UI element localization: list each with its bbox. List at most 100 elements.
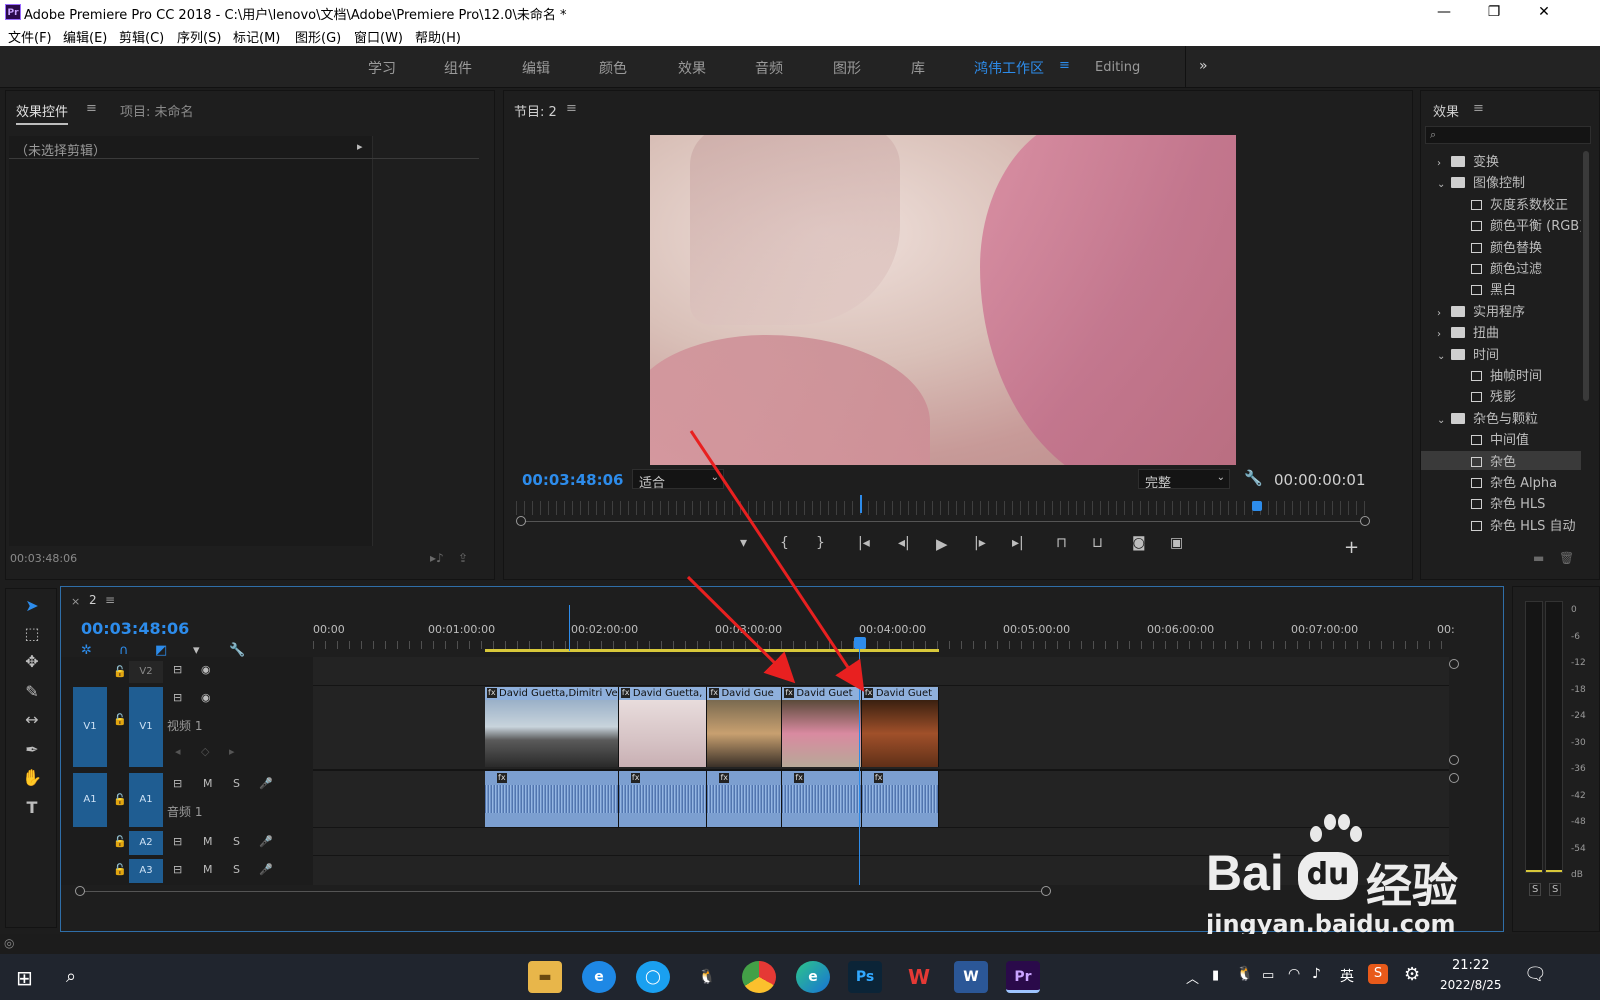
pen-tool-icon[interactable]: ✒ (20, 739, 44, 761)
restore-button[interactable]: ❐ (1474, 2, 1514, 22)
taskbar-date[interactable]: 2022/8/25 (1440, 978, 1502, 992)
fit-dropdown[interactable]: 适合 ⌄ (632, 469, 724, 491)
effects-folder[interactable]: › 变换 (1437, 151, 1581, 170)
menu-edit[interactable]: 编辑(E) (63, 27, 107, 46)
slip-tool-icon[interactable]: ↔ (20, 709, 44, 731)
effects-folder[interactable]: › 扭曲 (1437, 322, 1581, 341)
effects-item[interactable]: 杂色 Alpha (1437, 472, 1581, 491)
premiere-taskbar-icon[interactable]: Pr (1006, 961, 1040, 993)
edge-icon[interactable]: e (796, 961, 830, 993)
effects-item[interactable]: 灰度系数校正 (1437, 194, 1581, 213)
workspace-graphics[interactable]: 图形 (833, 58, 861, 78)
qq-icon[interactable]: 🐧 (690, 961, 724, 993)
new-bin-icon[interactable]: ▬ (1533, 551, 1544, 565)
mark-in-icon[interactable]: { (780, 535, 789, 551)
more-workspaces-icon[interactable]: » (1199, 58, 1208, 74)
wifi-icon[interactable]: ◠ (1288, 966, 1300, 982)
expand-icon[interactable]: ▸ (357, 140, 363, 153)
effects-item[interactable]: 颜色平衡 (RGB) (1437, 215, 1581, 234)
effects-folder[interactable]: ⌄ 时间 (1437, 344, 1581, 363)
go-to-out-icon[interactable]: ▸| (1012, 535, 1024, 551)
ie-browser-icon[interactable]: e (582, 961, 616, 993)
workspace-audio[interactable]: 音频 (755, 58, 783, 78)
comparison-view-icon[interactable]: ▣ (1170, 535, 1183, 551)
mark-out-icon[interactable]: } (816, 535, 825, 551)
lift-icon[interactable]: ⊓ (1056, 535, 1067, 551)
chevron-down-icon[interactable]: ⌄ (1437, 415, 1449, 426)
add-marker-icon[interactable]: ▾ (740, 535, 747, 551)
effects-item[interactable]: 中间值 (1437, 429, 1581, 448)
chevron-right-icon[interactable]: › (1437, 308, 1449, 319)
program-out-marker[interactable] (1252, 501, 1262, 511)
track-select-tool-icon[interactable]: ⬚ (20, 623, 44, 645)
effects-item[interactable]: 杂色 (1421, 450, 1581, 470)
hand-tool-icon[interactable]: ✋ (20, 767, 44, 789)
effects-menu-icon[interactable]: ≡ (1473, 101, 1484, 116)
zoom-handle-left[interactable] (516, 516, 526, 526)
minimize-button[interactable]: — (1424, 2, 1464, 22)
workspace-editing-en[interactable]: Editing (1095, 60, 1140, 75)
wps-icon[interactable]: W (902, 961, 936, 993)
wrench-icon[interactable]: 🔧 (1244, 469, 1263, 487)
chevron-up-icon[interactable]: ︿ (1186, 968, 1199, 987)
qq-tray-icon[interactable]: 🐧 (1236, 966, 1253, 982)
program-current-timecode[interactable]: 00:03:48:06 (522, 471, 624, 489)
notification-icon[interactable]: 🗨 (1524, 964, 1547, 985)
effects-item[interactable]: 颜色替换 (1437, 237, 1581, 256)
windows-start-icon[interactable]: ⊞ (16, 966, 33, 990)
tab-effects[interactable]: 效果 (1433, 101, 1459, 120)
program-ruler[interactable] (516, 501, 1368, 515)
chevron-down-icon[interactable]: ⌄ (1437, 179, 1449, 190)
workspace-assembly[interactable]: 组件 (444, 58, 472, 78)
ripple-edit-tool-icon[interactable]: ✥ (20, 651, 44, 673)
effects-item[interactable]: 黑白 (1437, 279, 1581, 298)
battery-icon[interactable]: ▭ (1262, 968, 1274, 983)
tab-project[interactable]: 项目: 未命名 (120, 101, 194, 120)
workspace-color[interactable]: 颜色 (599, 58, 627, 78)
quality-dropdown[interactable]: 完整 ⌄ (1138, 469, 1230, 491)
go-to-in-icon[interactable]: |◂ (858, 535, 870, 551)
add-button-icon[interactable]: + (1344, 537, 1359, 558)
taskbar-time[interactable]: 21:22 (1452, 958, 1489, 973)
effects-search-input[interactable]: ⌕ (1425, 126, 1591, 144)
menu-marker[interactable]: 标记(M) (233, 27, 280, 46)
workspace-libraries[interactable]: 库 (911, 58, 925, 78)
zoom-bar-track[interactable] (522, 521, 1368, 522)
qq-browser-icon[interactable]: ◯ (636, 961, 670, 993)
solo-left-button[interactable]: S (1529, 883, 1542, 896)
step-forward-icon[interactable]: |▸ (974, 535, 986, 551)
menu-graphics[interactable]: 图形(G) (295, 27, 341, 46)
zoom-handle-right[interactable] (1360, 516, 1370, 526)
workspace-custom[interactable]: 鸿伟工作区 (974, 58, 1044, 78)
effects-item[interactable]: 颜色过滤 (1437, 258, 1581, 277)
chevron-right-icon[interactable]: › (1437, 329, 1449, 340)
effects-folder[interactable]: › 实用程序 (1437, 301, 1581, 320)
menu-help[interactable]: 帮助(H) (415, 27, 461, 46)
delete-icon[interactable]: 🗑 (1559, 551, 1574, 565)
camera-icon[interactable]: ◙ (1132, 535, 1146, 551)
step-back-icon[interactable]: ◂| (898, 535, 910, 551)
filter-audio-icon[interactable]: ▸♪ (430, 551, 444, 565)
effects-item[interactable]: 杂色 HLS (1437, 493, 1581, 512)
tab-program[interactable]: 节目: 2 (514, 101, 557, 120)
export-icon[interactable]: ⇪ (458, 551, 468, 565)
ime-indicator[interactable]: 英 (1340, 966, 1354, 986)
workspace-menu-icon[interactable]: ≡ (1059, 58, 1070, 73)
file-explorer-icon[interactable]: ▬ (528, 961, 562, 993)
menu-window[interactable]: 窗口(W) (354, 27, 403, 46)
word-icon[interactable]: W (954, 961, 988, 993)
effects-item[interactable]: 抽帧时间 (1437, 365, 1581, 384)
effects-item[interactable]: 残影 (1437, 386, 1581, 405)
workspace-editing[interactable]: 编辑 (522, 58, 550, 78)
speaker-icon[interactable]: ♪ (1312, 966, 1321, 982)
effects-folder[interactable]: ⌄ 杂色与颗粒 (1437, 408, 1581, 427)
chevron-right-icon[interactable]: › (1437, 158, 1449, 169)
close-button[interactable]: ✕ (1524, 2, 1564, 22)
program-menu-icon[interactable]: ≡ (566, 101, 577, 116)
menu-sequence[interactable]: 序列(S) (177, 27, 221, 46)
search-icon[interactable]: ⌕ (66, 966, 76, 987)
workspace-effects[interactable]: 效果 (678, 58, 706, 78)
background-render-icon[interactable]: ◎ (4, 936, 14, 950)
solo-right-button[interactable]: S (1549, 883, 1562, 896)
effects-scrollbar[interactable] (1583, 151, 1589, 401)
